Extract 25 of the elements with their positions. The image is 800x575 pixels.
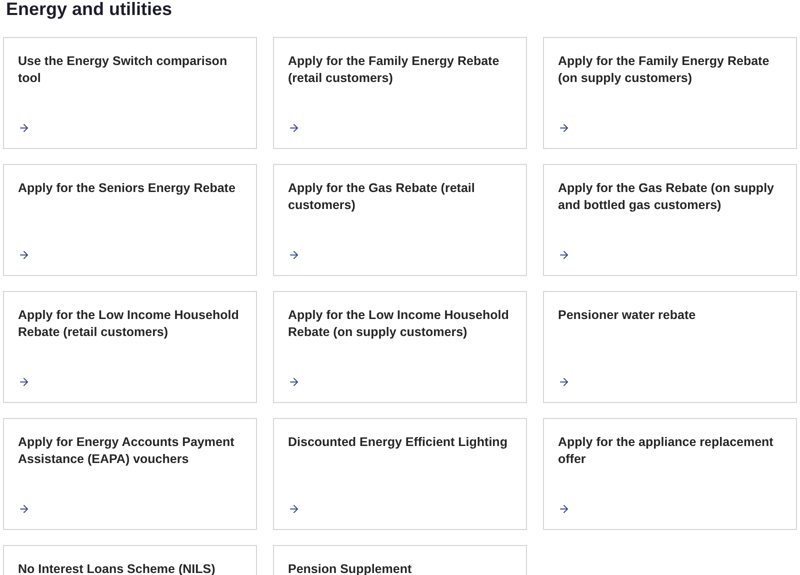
- arrow-right-icon: [288, 122, 300, 134]
- arrow-right-icon: [558, 376, 570, 388]
- arrow-right-icon: [558, 249, 570, 261]
- arrow-right-icon: [288, 503, 300, 515]
- service-link-card[interactable]: Apply for Energy Accounts Payment Assistance (EAPA) vouchers: [3, 418, 257, 530]
- service-link-card[interactable]: Apply for the Family Energy Rebate (retail customers): [273, 37, 527, 149]
- service-link-card[interactable]: Use the Energy Switch comparison tool: [3, 37, 257, 149]
- arrow-right-icon: [18, 503, 30, 515]
- arrow-right-icon: [18, 376, 30, 388]
- service-link-card[interactable]: Apply for the Low Income Household Rebate (retail customers): [3, 291, 257, 403]
- service-link-card[interactable]: Apply for the appliance replacement offer: [543, 418, 797, 530]
- section-heading: Energy and utilities: [6, 0, 172, 19]
- arrow-right-icon: [558, 503, 570, 515]
- service-link-card[interactable]: Apply for the Gas Rebate (retail customers): [273, 164, 527, 276]
- arrow-right-icon: [18, 122, 30, 134]
- service-link-card[interactable]: Apply for the Gas Rebate (on supply and bottled gas customers): [543, 164, 797, 276]
- arrow-right-icon: [288, 249, 300, 261]
- service-link-card[interactable]: Apply for the Low Income Household Rebate (on supply customers): [273, 291, 527, 403]
- arrow-right-icon: [558, 122, 570, 134]
- service-link-card[interactable]: Apply for the Seniors Energy Rebate: [3, 164, 257, 276]
- arrow-right-icon: [288, 376, 300, 388]
- arrow-right-icon: [18, 249, 30, 261]
- service-link-card[interactable]: Apply for the Family Energy Rebate (on supply customers): [543, 37, 797, 149]
- service-link-card[interactable]: Pensioner water rebate: [543, 291, 797, 403]
- service-link-card[interactable]: Discounted Energy Efficient Lighting: [273, 418, 527, 530]
